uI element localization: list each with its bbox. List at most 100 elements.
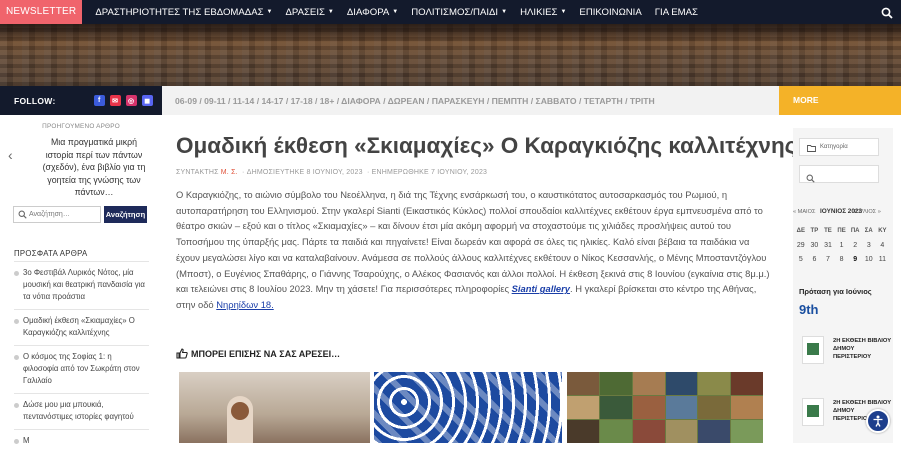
chevron-left-icon[interactable]: ‹ — [8, 147, 13, 163]
article-title: Ομαδική έκθεση «Σκιαμαχίες» Ο Καραγκιόζη… — [176, 133, 797, 158]
nav-item-5[interactable]: ΗΛΙΚΙΕΣ ▼ — [520, 7, 566, 18]
event-item[interactable]: 2Η ΕΚΘΕΣΗ ΒΙΒΛΙΟΥ ΔΗΜΟΥ ΠΕΡΙΣΤΕΡΙΟΥ — [799, 333, 893, 373]
calendar-day[interactable]: 5 — [794, 252, 808, 266]
sidebar-search-input[interactable] — [799, 165, 879, 183]
discord-icon[interactable]: ◼ — [141, 95, 153, 106]
nav-item-1[interactable]: ΔΡΑΣΤΗΡΙΟΤΗΤΕΣ ΤΗΣ ΕΒΔΟΜΑΔΑΣ ▼ — [95, 7, 272, 18]
previous-article-link[interactable]: Μια πραγματικά μικρή ιστορία περί των πά… — [36, 136, 152, 199]
newsletter-button[interactable]: NEWSLETTER — [0, 0, 83, 24]
recent-articles-list: 3ο Φεστιβάλ Λυρικός Νότος, μία μουσική κ… — [14, 261, 149, 453]
calendar-day[interactable]: 4 — [876, 238, 890, 252]
header-banner-image — [0, 24, 901, 86]
article-meta: ΣΥΝΤΑΚΤΗΣ Μ. Σ. · ΔΗΜΟΣΙΕΥΤΗΚΕ 8 ΙΟΥΝΙΟΥ… — [176, 169, 488, 176]
facebook-icon[interactable]: f — [93, 95, 105, 106]
chevron-down-icon: ▼ — [392, 9, 399, 15]
calendar-prev-month[interactable]: « ΜΑΙΟΣ — [793, 209, 815, 215]
nav-item-label: ΠΟΛΙΤΙΣΜΟΣ/ΠΑΙΔΙ — [411, 6, 499, 18]
calendar-day[interactable]: 31 — [821, 238, 835, 252]
related-card-image-2[interactable] — [374, 372, 562, 443]
nav-item-7[interactable]: ΓΙΑ ΕΜΑΣ — [655, 7, 698, 18]
calendar-day[interactable]: 29 — [794, 238, 808, 252]
chevron-down-icon: ▼ — [327, 9, 334, 15]
search-icon — [18, 210, 27, 219]
calendar-day[interactable]: 10 — [862, 252, 876, 266]
published-date: ΔΗΜΟΣΙΕΥΤΗΚΕ 8 ΙΟΥΝΙΟΥ, 2023 — [246, 169, 363, 176]
author-prefix: ΣΥΝΤΑΚΤΗΣ — [176, 169, 221, 176]
follow-label: FOLLOW: — [14, 95, 56, 106]
calendar-next-month[interactable]: ΙΟΥΛΙΟΣ » — [854, 209, 881, 215]
calendar-day[interactable]: 9 — [848, 252, 862, 266]
chevron-down-icon: ▼ — [266, 9, 273, 15]
calendar-weekday: ΤΕ — [824, 228, 832, 235]
search-button[interactable]: Αναζήτηση — [104, 206, 147, 223]
calendar-day[interactable]: 3 — [862, 238, 876, 252]
email-icon[interactable]: ✉ — [109, 95, 121, 106]
calendar-day[interactable]: 30 — [808, 238, 822, 252]
tags-bar[interactable]: 06-09 / 09-11 / 11-14 / 14-17 / 17-18 / … — [175, 86, 655, 115]
nav-item-4[interactable]: ΠΟΛΙΤΙΣΜΟΣ/ΠΑΙΔΙ ▼ — [411, 7, 507, 18]
search-input[interactable]: Αναζήτηση… — [13, 206, 101, 223]
recent-article-item[interactable]: 3ο Φεστιβάλ Λυρικός Νότος, μία μουσική κ… — [14, 261, 149, 309]
calendar-day[interactable]: 1 — [835, 238, 849, 252]
calendar-day[interactable]: 2 — [848, 238, 862, 252]
nav-item-6[interactable]: ΕΠΙΚΟΙΝΩΝΙΑ — [579, 7, 641, 18]
recent-article-item[interactable]: Δώσε μου μια μπουκιά, πεντανόστιμες ιστο… — [14, 393, 149, 429]
nav-item-2[interactable]: ΔΡΑΣΕΙΣ ▼ — [286, 7, 334, 18]
search-icon — [806, 170, 815, 183]
calendar-day[interactable]: 8 — [835, 252, 849, 266]
calendar-weekday: ΣΑ — [864, 228, 873, 235]
calendar-weekday: ΠΑ — [850, 228, 860, 235]
recent-article-item[interactable]: Ομαδική έκθεση «Σκιαμαχίες» Ο Καραγκιόζη… — [14, 309, 149, 345]
left-sidebar: ΠΡΟΗΓΟΥΜΕΝΟ ΑΡΘΡΟ ‹ Μια πραγματικά μικρή… — [0, 115, 162, 445]
address-link[interactable]: Νηρηίδων 18. — [216, 299, 273, 310]
calendar-weekday: ΤΡ — [810, 228, 819, 235]
right-sidebar: Κατηγορία « ΜΑΙΟΣ ΙΟΥΝΙΟΣ 2023 ΙΟΥΛΙΟΣ »… — [793, 128, 893, 443]
nav-item-label: ΕΠΙΚΟΙΝΩΝΙΑ — [579, 6, 642, 18]
nav-item-label: ΗΛΙΚΙΕΣ — [520, 6, 558, 18]
proposal-label: Πρόταση για Ιούνιος — [799, 287, 872, 296]
updated-date: ΕΝΗΜΕΡΩΘΗΚΕ 7 ΙΟΥΝΙΟΥ, 2023 — [371, 169, 488, 176]
chevron-down-icon: ▼ — [560, 9, 567, 15]
nav-item-label: ΔΙΑΦΟΡΑ — [346, 6, 390, 18]
nav-item-label: ΔΡΑΣΕΙΣ — [285, 6, 325, 18]
accessibility-icon — [873, 415, 883, 427]
event-title: 2Η ΕΚΘΕΣΗ ΒΙΒΛΙΟΥ ΔΗΜΟΥ ΠΕΡΙΣΤΕΡΙΟΥ — [833, 338, 892, 360]
event-thumbnail — [802, 398, 824, 426]
calendar-day[interactable]: 7 — [821, 252, 835, 266]
article-body: Ο Καραγκιόζης, το αιώνιο σύμβολο του Νεο… — [176, 187, 770, 313]
main-menu: ΔΡΑΣΤΗΡΙΟΤΗΤΕΣ ΤΗΣ ΕΒΔΟΜΑΔΑΣ ▼ ΔΡΑΣΕΙΣ ▼ ΔΙΑ… — [82, 7, 698, 18]
thumbs-up-icon — [176, 348, 188, 359]
related-card-image-1[interactable] — [179, 372, 370, 443]
more-button[interactable]: MORE — [779, 86, 901, 115]
nav-item-label: ΔΡΑΣΤΗΡΙΟΤΗΤΕΣ ΤΗΣ ΕΒΔΟΜΑΔΑΣ — [95, 6, 264, 18]
calendar-day[interactable]: 6 — [808, 252, 822, 266]
previous-article-label: ΠΡΟΗΓΟΥΜΕΝΟ ΑΡΘΡΟ — [42, 123, 120, 130]
instagram-icon[interactable]: ◎ — [125, 95, 137, 106]
author-link[interactable]: Μ. Σ. — [221, 169, 238, 176]
related-heading-text: ΜΠΟΡΕΙ ΕΠΙΣΗΣ ΝΑ ΣΑΣ ΑΡΕΣΕΙ… — [191, 348, 341, 359]
search-placeholder: Αναζήτηση… — [29, 211, 70, 218]
nav-item-3[interactable]: ΔΙΑΦΟΡΑ ▼ — [347, 7, 398, 18]
recent-article-item[interactable]: Μ — [14, 429, 149, 453]
calendar-grid: ΔΕ ΤΡ ΤΕ ΠΕ ΠΑ ΣΑ ΚΥ 29 30 31 1 2 3 4 5 6 7 8 9 10 11 — [794, 224, 889, 267]
recent-articles-heading: ΠΡΟΣΦΑΤΑ ΑΡΘΡΑ — [14, 249, 88, 258]
calendar-day[interactable]: 11 — [876, 252, 890, 266]
related-card-image-3[interactable] — [567, 372, 763, 443]
accessibility-button[interactable] — [866, 409, 890, 433]
recent-article-item[interactable]: Ο κόσμος της Σοφίας 1: η φιλοσοφία από τ… — [14, 345, 149, 393]
nav-item-label: ΓΙΑ ΕΜΑΣ — [654, 6, 698, 18]
chevron-down-icon: ▼ — [501, 9, 508, 15]
folder-icon — [807, 143, 816, 152]
article-body-text: Ο Καραγκιόζης, το αιώνιο σύμβολο του Νεο… — [176, 189, 770, 295]
category-placeholder: Κατηγορία — [820, 144, 848, 150]
search-icon[interactable] — [881, 6, 893, 19]
top-navigation: NEWSLETTER ΔΡΑΣΤΗΡΙΟΤΗΤΕΣ ΤΗΣ ΕΒΔΟΜΑΔΑΣ ▼… — [0, 0, 901, 24]
sianti-gallery-link[interactable]: Sianti gallery — [512, 283, 570, 294]
related-heading: ΜΠΟΡΕΙ ΕΠΙΣΗΣ ΝΑ ΣΑΣ ΑΡΕΣΕΙ… — [176, 348, 340, 359]
follow-bar: FOLLOW: f ✉ ◎ ◼ — [0, 86, 162, 115]
event-thumbnail — [802, 336, 824, 364]
calendar-weekday: ΚΥ — [878, 228, 887, 235]
calendar-weekday: ΔΕ — [796, 228, 805, 235]
category-select[interactable]: Κατηγορία — [799, 138, 879, 156]
calendar-weekday: ΠΕ — [837, 228, 846, 235]
